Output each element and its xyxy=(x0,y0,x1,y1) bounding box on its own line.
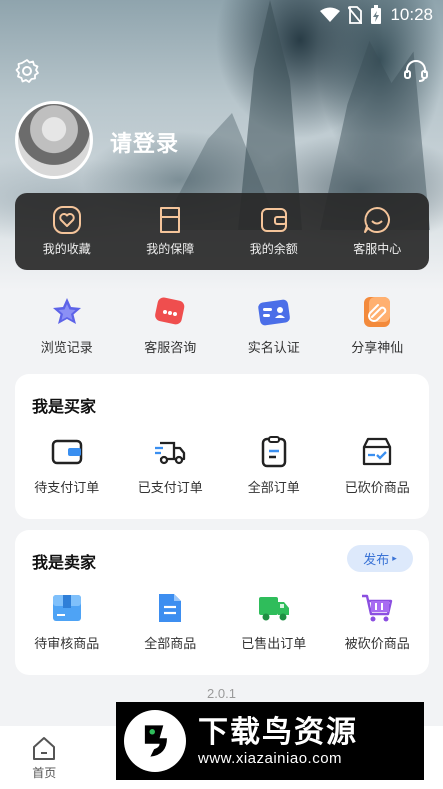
quick-item-favorites[interactable]: 我的收藏 xyxy=(22,206,112,257)
watermark-url: www.xiazainiao.com xyxy=(198,749,343,767)
document-icon xyxy=(159,594,182,622)
quick-item-label: 我的收藏 xyxy=(42,242,91,256)
bird-logo-icon xyxy=(124,710,186,772)
gear-icon[interactable] xyxy=(14,58,40,84)
box-check-icon xyxy=(363,437,392,466)
chevron-right-icon: ▸ xyxy=(392,553,397,564)
home-icon xyxy=(33,736,56,760)
quick-item-label: 我的保障 xyxy=(146,242,195,256)
status-time: 10:28 xyxy=(390,5,433,24)
seller-card-title: 我是卖家 xyxy=(32,553,97,572)
nav-label: 首页 xyxy=(32,765,57,780)
share-link-icon xyxy=(364,297,391,327)
version-label: 2.0.1 xyxy=(207,686,236,701)
buyer-card-title: 我是买家 xyxy=(32,397,97,416)
truck-icon xyxy=(155,441,186,465)
shield-cup-icon xyxy=(160,207,181,233)
seller-item-label: 已售出订单 xyxy=(241,637,307,652)
feature-label: 分享神仙 xyxy=(351,341,404,356)
seller-card: 我是卖家 发布 ▸ 待审核商品 全部商品 已售出订单 被砍价商品 xyxy=(15,530,429,675)
buyer-item-label: 已砍价商品 xyxy=(344,481,410,496)
chat-smile-icon xyxy=(364,207,391,233)
star-icon xyxy=(52,298,81,324)
seller-item-sold[interactable]: 已售出订单 xyxy=(224,592,324,652)
cart-icon xyxy=(362,594,393,622)
buyer-item-bargained[interactable]: 已砍价商品 xyxy=(327,436,427,496)
feature-history[interactable]: 浏览记录 xyxy=(17,295,117,356)
quick-item-balance[interactable]: 我的余额 xyxy=(229,206,319,257)
feature-row: 浏览记录 客服咨询 实名认证 分享神仙 xyxy=(15,295,429,356)
seller-item-bargained[interactable]: 被砍价商品 xyxy=(327,592,427,652)
feature-consult[interactable]: 客服咨询 xyxy=(120,295,220,356)
headset-icon[interactable] xyxy=(403,58,429,84)
watermark: 下载鸟资源 www.xiazainiao.com xyxy=(116,702,424,780)
battery-charging-icon xyxy=(371,5,382,24)
avatar[interactable] xyxy=(15,101,93,179)
no-sim-icon xyxy=(348,6,363,24)
seller-item-label: 被砍价商品 xyxy=(344,637,410,652)
wallet-pending-icon xyxy=(51,439,82,465)
clipboard-icon xyxy=(261,436,286,468)
buyer-item-label: 全部订单 xyxy=(247,481,300,496)
feature-label: 实名认证 xyxy=(247,341,300,356)
quick-access-card: 我的收藏 我的保障 我的余额 客服中心 xyxy=(15,193,429,270)
seller-item-all[interactable]: 全部商品 xyxy=(120,592,220,652)
buyer-item-paid[interactable]: 已支付订单 xyxy=(120,436,220,496)
watermark-title: 下载鸟资源 xyxy=(198,714,358,750)
id-card-icon xyxy=(258,299,290,326)
nav-item-home[interactable]: 首页 xyxy=(4,735,84,781)
quick-item-service[interactable]: 客服中心 xyxy=(332,206,422,257)
seller-item-review[interactable]: 待审核商品 xyxy=(17,592,117,652)
login-link[interactable]: 请登录 xyxy=(110,126,179,158)
feature-label: 浏览记录 xyxy=(40,341,93,356)
delivery-truck-icon xyxy=(258,597,289,621)
buyer-item-label: 待支付订单 xyxy=(34,481,100,496)
message-icon xyxy=(155,297,185,325)
quick-item-label: 客服中心 xyxy=(353,242,402,256)
seller-item-label: 待审核商品 xyxy=(34,637,100,652)
seller-item-label: 全部商品 xyxy=(144,637,197,652)
buyer-item-pending[interactable]: 待支付订单 xyxy=(17,436,117,496)
buyer-item-all[interactable]: 全部订单 xyxy=(224,436,324,496)
feature-share[interactable]: 分享神仙 xyxy=(327,295,427,356)
wallet-icon xyxy=(260,208,287,232)
quick-item-label: 我的余额 xyxy=(249,242,298,256)
feature-verify[interactable]: 实名认证 xyxy=(224,295,324,356)
package-review-icon xyxy=(52,595,81,621)
publish-button[interactable]: 发布 ▸ xyxy=(347,545,413,572)
buyer-card: 我是买家 待支付订单 已支付订单 全部订单 已砍价商品 xyxy=(15,374,429,519)
publish-button-label: 发布 xyxy=(363,553,390,568)
wifi-icon xyxy=(320,7,341,22)
status-bar: 10:28 xyxy=(0,0,443,32)
heart-icon xyxy=(52,206,81,234)
buyer-item-label: 已支付订单 xyxy=(137,481,203,496)
feature-label: 客服咨询 xyxy=(144,341,197,356)
quick-item-protection[interactable]: 我的保障 xyxy=(125,206,215,257)
